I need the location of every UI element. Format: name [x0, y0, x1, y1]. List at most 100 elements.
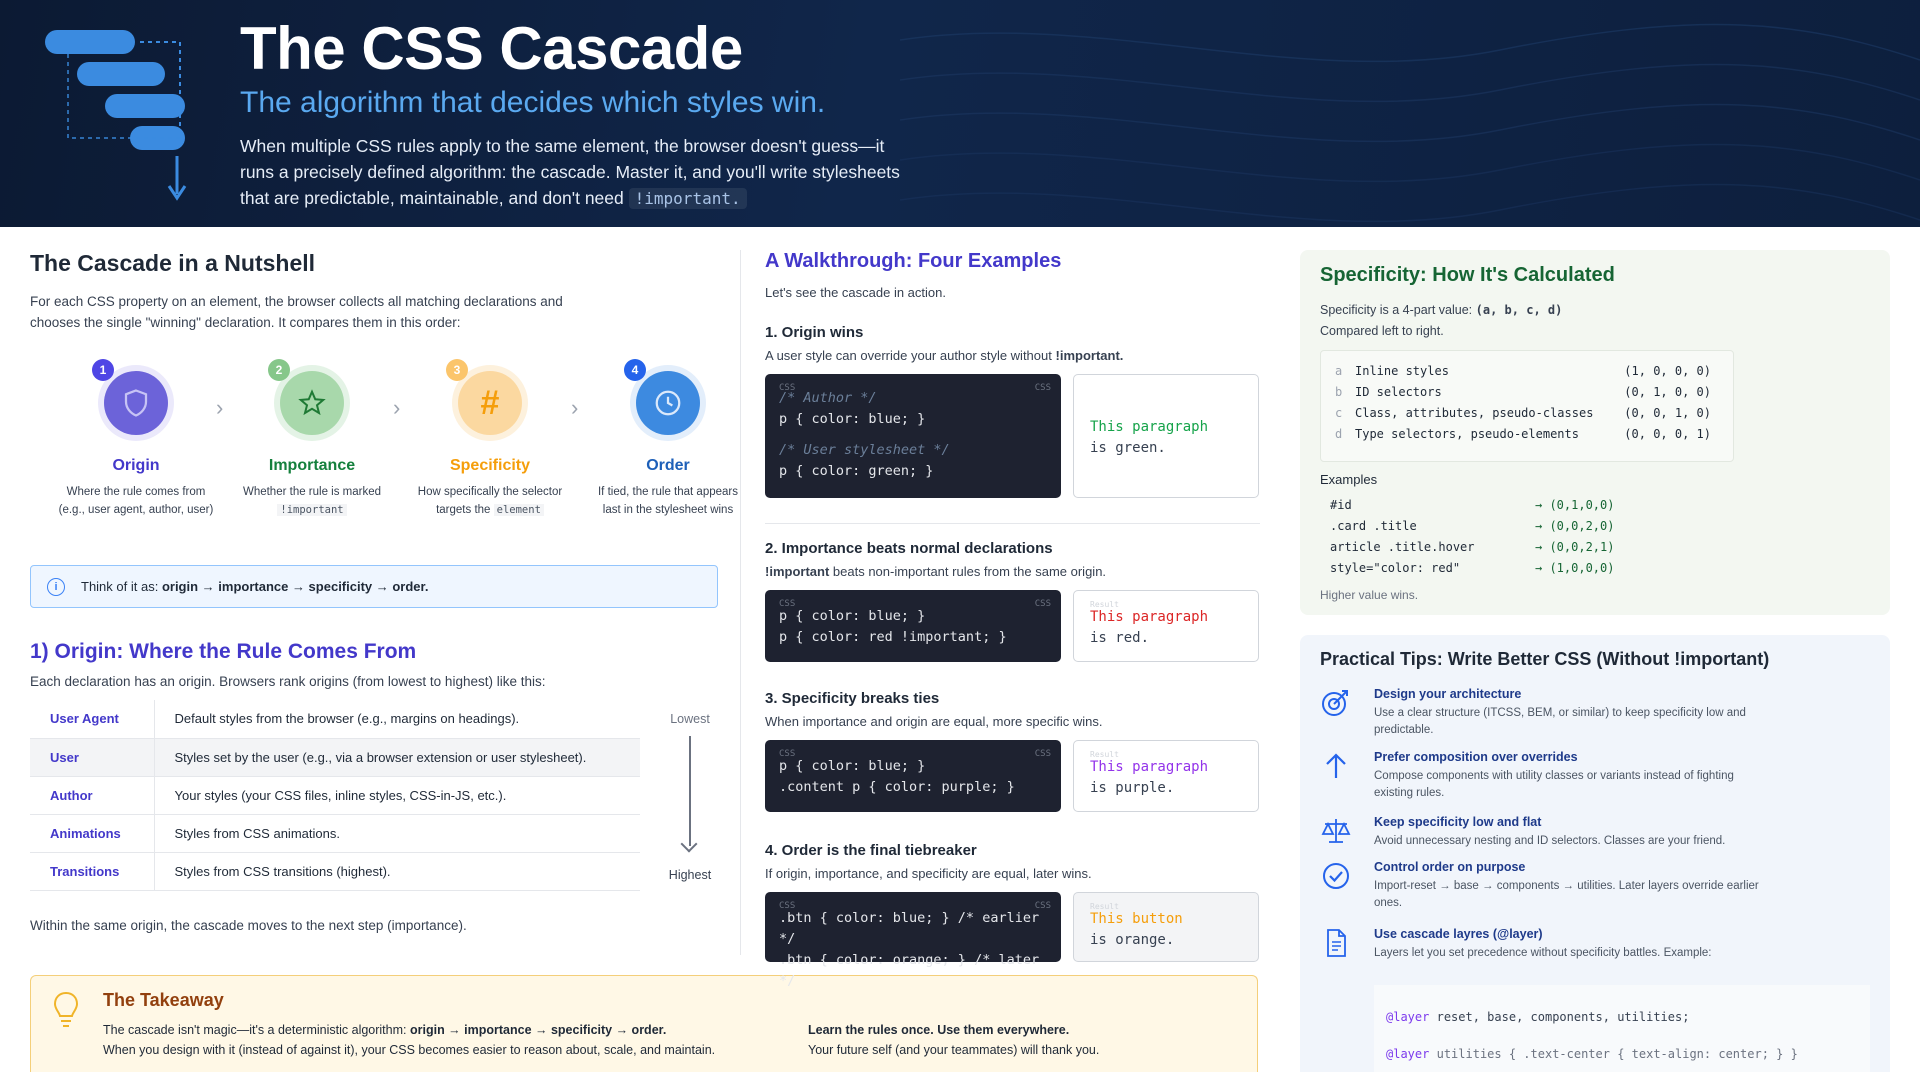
- table-row: Animations Styles from CSS animations.: [30, 814, 640, 853]
- document-icon: [1327, 929, 1346, 957]
- specificity-title: Specificity: How It's Calculated: [1320, 264, 1615, 286]
- specificity-card: Specificity: How It's Calculated Specifi…: [1300, 250, 1890, 615]
- takeaway-callout: The Takeaway The cascade isn't magic—it'…: [30, 975, 1258, 1072]
- origin-table: User Agent Default styles from the browse…: [30, 700, 640, 891]
- chevron-right-icon: ›: [571, 395, 579, 420]
- result-box: Result This paragraph is purple.: [1073, 740, 1259, 812]
- example-importance: 2. Importance beats normal declarations …: [765, 540, 1260, 662]
- code-block: CSS CSS .btn { color: blue; } /* earlier…: [765, 892, 1061, 989]
- example-heading: 1. Origin wins: [765, 324, 864, 341]
- step-origin: 1 Origin Where the rule comes from (e.g.…: [56, 359, 216, 519]
- target-icon: [1322, 690, 1348, 716]
- step-number: 3: [446, 359, 468, 381]
- step-desc: How specifically the selector targets th…: [417, 486, 563, 516]
- layer-code-block: @layer reset, base, components, utilitie…: [1374, 985, 1870, 1072]
- chevron-right-icon: ›: [393, 395, 401, 420]
- step-specificity: # 3 Specificity How specifically the sel…: [410, 359, 570, 519]
- result-box: Result This button is orange.: [1073, 892, 1259, 962]
- page-title: The CSS Cascade: [240, 15, 743, 82]
- table-row: Transitions Styles from CSS transitions (…: [30, 852, 640, 891]
- nutshell-title: The Cascade in a Nutshell: [30, 250, 316, 276]
- table-row: a Inline styles (1, 0, 0, 0): [1335, 364, 1711, 378]
- step-importance: 2 Importance Whether the rule is marked!…: [232, 359, 392, 519]
- step-order: 4 Order If tied, the rule that appears l…: [588, 359, 748, 519]
- arrow-down-icon: [689, 736, 691, 846]
- example-sub: A user style can override your author st…: [765, 348, 1124, 363]
- result-box: This paragraph is green.: [1073, 374, 1259, 498]
- table-row: User Styles set by the user (e.g., via a …: [30, 738, 640, 777]
- cascade-logo-icon: [45, 30, 187, 201]
- step-number: 1: [92, 359, 114, 381]
- code-block: CSS CSS p { color: blue; } .content p { …: [765, 740, 1061, 812]
- takeaway-text: The cascade isn't magic—it's a determini…: [103, 1023, 716, 1057]
- step-desc: Whether the rule is marked !important: [242, 486, 382, 516]
- example-heading: 2. Importance beats normal declarations: [765, 540, 1053, 557]
- origin-intro: Each declaration has an origin. Browsers…: [30, 674, 546, 689]
- table-row: User Agent Default styles from the browse…: [30, 700, 640, 739]
- example-heading: 3. Specificity breaks ties: [765, 690, 940, 707]
- tips-card: Practical Tips: Write Better CSS (Withou…: [1300, 635, 1890, 1072]
- step-desc: Where the rule comes from (e.g., user ag…: [58, 486, 214, 516]
- example-specificity: 3. Specificity breaks ties When importan…: [765, 690, 1260, 812]
- step-name: Origin: [112, 457, 160, 474]
- walkthrough-section: A Walkthrough: Four Examples Let's see t…: [765, 250, 1260, 989]
- step-name: Order: [646, 457, 690, 474]
- table-row: c Class, attributes, pseudo-classes (0, 0,…: [1335, 406, 1711, 420]
- hash-icon: #: [480, 383, 500, 422]
- wave-decoration: [900, 23, 1920, 223]
- tips-title: Practical Tips: Write Better CSS (Withou…: [1320, 649, 1770, 669]
- star-icon: [298, 389, 326, 416]
- page-subtitle: The algorithm that decides which styles …: [240, 86, 826, 119]
- list-item: .card .title → (0,0,2,0): [1330, 519, 1615, 533]
- specificity-examples: #id → (0,1,0,0) .card .title → (0,0,2,0) a…: [1330, 495, 1700, 579]
- table-row: Author Your styles (your CSS files, inlin…: [30, 776, 640, 815]
- step-desc: If tied, the rule that appears last in t…: [597, 486, 738, 516]
- page-description: When multiple CSS rules apply to the sam…: [240, 136, 900, 209]
- walkthrough-intro: Let's see the cascade in action.: [765, 285, 946, 300]
- takeaway-title: The Takeaway: [103, 990, 224, 1010]
- arrow-up-icon: [1326, 753, 1346, 778]
- example-sub: !important beats non-important rules fro…: [765, 564, 1107, 579]
- lightbulb-icon: [53, 991, 79, 1027]
- walkthrough-title: A Walkthrough: Four Examples: [765, 250, 1062, 272]
- result-box: Result This paragraph is red.: [1073, 590, 1259, 662]
- examples-heading: Examples: [1320, 472, 1378, 487]
- important-code: !important: [277, 504, 347, 516]
- lowest-label: Lowest: [670, 712, 710, 726]
- hero-header: The CSS Cascade The algorithm that decid…: [0, 0, 1920, 227]
- step-number: 4: [624, 359, 646, 381]
- chevron-right-icon: ›: [216, 395, 224, 420]
- nutshell-intro: For each CSS property on an element, the…: [30, 294, 563, 330]
- table-row: d Type selectors, pseudo-elements (0, 0, 0…: [1335, 427, 1711, 441]
- specificity-footer: Higher value wins.: [1320, 588, 1419, 602]
- rank-indicator: Lowest Highest: [655, 712, 725, 882]
- info-icon: i: [47, 577, 65, 596]
- tip-callout: i Think of it as: origin → importance → …: [30, 565, 718, 608]
- example-sub: If origin, importance, and specificity a…: [765, 866, 1092, 881]
- example-heading: 4. Order is the final tiebreaker: [765, 842, 977, 859]
- cascade-steps: 1 Origin Where the rule comes from (e.g.…: [30, 359, 738, 535]
- example-origin: 1. Origin wins A user style can override…: [765, 324, 1260, 498]
- important-code: !important.: [628, 188, 747, 209]
- check-circle-icon: [1323, 863, 1349, 889]
- column-divider: [740, 250, 741, 955]
- example-order: 4. Order is the final tiebreaker If orig…: [765, 842, 1260, 989]
- step-number: 2: [268, 359, 290, 381]
- clock-icon: [655, 390, 681, 416]
- nutshell-section: The Cascade in a Nutshell For each CSS p…: [30, 250, 738, 933]
- divider: [765, 523, 1260, 524]
- table-row: b ID selectors (0, 1, 0, 0): [1335, 385, 1711, 399]
- takeaway-right-text: Learn the rules once. Use them everywher…: [808, 1023, 1100, 1057]
- shield-icon: [124, 389, 148, 417]
- list-item: article .title.hover → (0,0,2,1): [1330, 540, 1615, 554]
- code-block: CSS CSS /* Author */ p { color: blue; } …: [765, 374, 1061, 498]
- specificity-table: a Inline styles (1, 0, 0, 0) b ID selectors…: [1320, 350, 1734, 462]
- origin-title: 1) Origin: Where the Rule Comes From: [30, 640, 417, 663]
- scale-icon: [1321, 819, 1351, 843]
- specificity-desc: Specificity is a 4-part value: (a, b, c,…: [1320, 303, 1563, 338]
- list-item: #id → (0,1,0,0): [1330, 498, 1615, 512]
- origin-footer: Within the same origin, the cascade move…: [30, 918, 467, 933]
- step-name: Importance: [268, 457, 356, 474]
- step-name: Specificity: [449, 457, 531, 474]
- list-item: style="color: red" → (1,0,0,0): [1330, 561, 1615, 575]
